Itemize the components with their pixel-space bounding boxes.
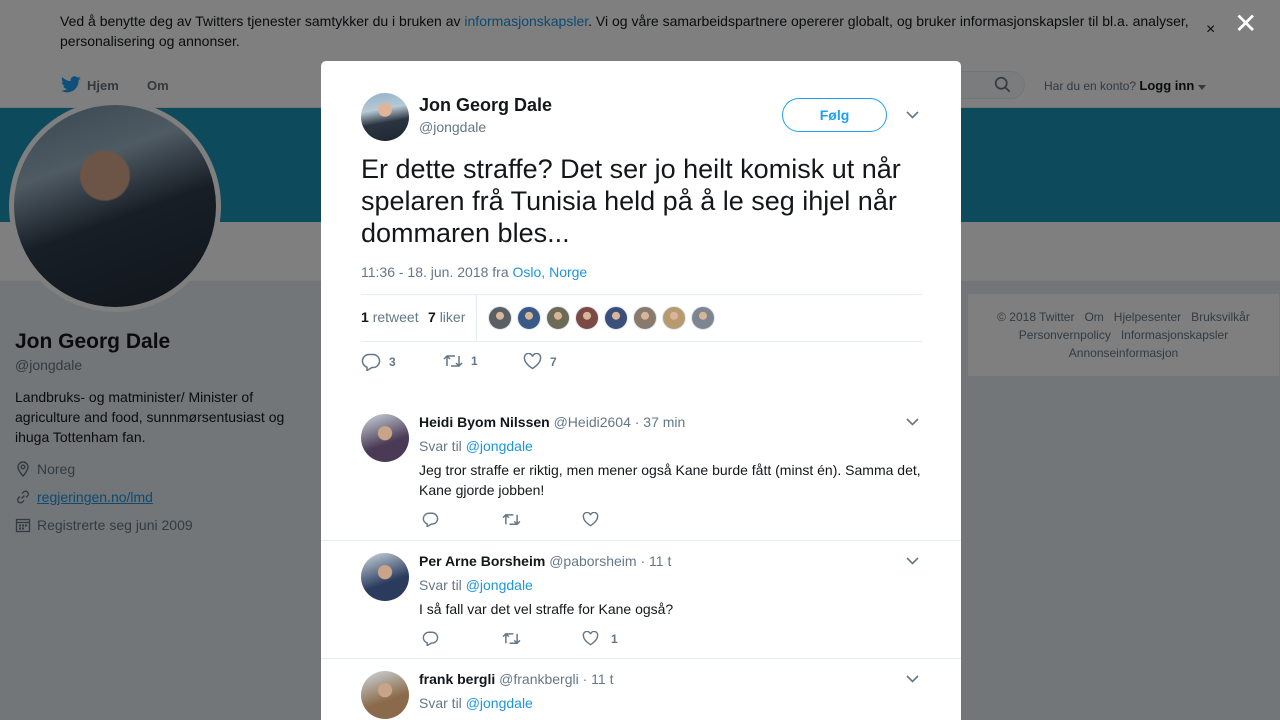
tweet-author-avatar[interactable] bbox=[361, 93, 409, 141]
like-action[interactable]: 1 bbox=[582, 631, 618, 646]
retweet-action[interactable]: 1 bbox=[443, 353, 478, 369]
retweet-icon bbox=[502, 632, 521, 645]
chevron-down-icon[interactable] bbox=[906, 675, 919, 683]
reply-author-name[interactable]: Heidi Byom Nilssen bbox=[419, 414, 550, 430]
retweet-action[interactable] bbox=[502, 512, 521, 527]
retweet-stat[interactable]: 1 retweet bbox=[361, 309, 419, 325]
liker-avatar[interactable] bbox=[517, 306, 541, 330]
tweet-author-handle[interactable]: @jongdale bbox=[419, 119, 486, 135]
reply-text: I så fall var det vel straffe for Kane o… bbox=[419, 601, 674, 617]
retweet-icon bbox=[443, 354, 463, 368]
retweet-stat-count: 1 bbox=[361, 309, 369, 325]
follow-button[interactable]: Følg bbox=[782, 98, 887, 132]
liker-avatar[interactable] bbox=[691, 306, 715, 330]
reply-author-name[interactable]: Per Arne Borsheim bbox=[419, 553, 545, 569]
tweet-author-name[interactable]: Jon Georg Dale bbox=[419, 95, 552, 116]
retweet-action[interactable] bbox=[502, 631, 521, 646]
reply-to: Svar til @jongdale bbox=[419, 438, 533, 454]
heart-icon bbox=[523, 353, 542, 370]
reply-author-name[interactable]: frank bergli bbox=[419, 671, 495, 687]
reply-action[interactable]: 3 bbox=[361, 353, 396, 371]
chevron-down-icon[interactable] bbox=[906, 111, 919, 119]
reply-author-handle[interactable]: @paborsheim bbox=[549, 553, 636, 569]
reply-icon bbox=[361, 353, 381, 371]
tweet-time: 11:36 - 18. jun. 2018 fra bbox=[361, 264, 513, 280]
tweet-text: Er dette straffe? Det ser jo heilt komis… bbox=[361, 154, 901, 248]
heart-icon bbox=[582, 631, 599, 646]
reply-header: frank bergli @frankbergli · 11 t bbox=[419, 671, 613, 687]
reply-text: Jeg tror straffe er riktig, men mener og… bbox=[419, 462, 921, 498]
retweet-icon bbox=[502, 513, 521, 526]
reply-to-prefix: Svar til bbox=[419, 695, 466, 711]
reply-like-count: 1 bbox=[611, 631, 618, 646]
heart-icon bbox=[582, 512, 599, 527]
reply-action[interactable] bbox=[422, 631, 439, 646]
like-stat-count: 7 bbox=[428, 309, 436, 325]
reply-header: Per Arne Borsheim @paborsheim · 11 t bbox=[419, 553, 671, 569]
reply-to: Svar til @jongdale bbox=[419, 695, 533, 711]
tweet-actions: 3 1 7 bbox=[361, 353, 661, 373]
tweet-timestamp: 11:36 - 18. jun. 2018 fra Oslo, Norge bbox=[361, 264, 587, 280]
like-stat-label: liker bbox=[439, 309, 466, 325]
liker-avatar[interactable] bbox=[488, 306, 512, 330]
reply-to-link[interactable]: @jongdale bbox=[466, 577, 533, 593]
liker-avatar[interactable] bbox=[633, 306, 657, 330]
like-count: 7 bbox=[550, 354, 557, 369]
like-stat[interactable]: 7 liker bbox=[428, 309, 465, 325]
reply-to-link[interactable]: @jongdale bbox=[466, 695, 533, 711]
like-action[interactable]: 7 bbox=[523, 353, 557, 370]
reply-tweet[interactable]: Heidi Byom Nilssen @Heidi2604 · 37 min S… bbox=[321, 395, 961, 540]
liker-avatar[interactable] bbox=[575, 306, 599, 330]
reply-header: Heidi Byom Nilssen @Heidi2604 · 37 min bbox=[419, 414, 685, 430]
liker-avatar[interactable] bbox=[546, 306, 570, 330]
liker-avatar[interactable] bbox=[662, 306, 686, 330]
reply-to-link[interactable]: @jongdale bbox=[466, 438, 533, 454]
chevron-down-icon[interactable] bbox=[906, 557, 919, 565]
tweet-modal: Jon Georg Dale @jongdale Følg Er dette s… bbox=[321, 61, 961, 720]
tweet-place-link[interactable]: Oslo, Norge bbox=[513, 264, 588, 280]
stats-divider bbox=[476, 295, 477, 341]
reply-icon bbox=[422, 512, 439, 527]
reply-time[interactable]: · 11 t bbox=[640, 553, 671, 569]
reply-to: Svar til @jongdale bbox=[419, 577, 533, 593]
liker-avatar[interactable] bbox=[604, 306, 628, 330]
reply-to-prefix: Svar til bbox=[419, 577, 466, 593]
tweet-stats: 1 retweet 7 liker bbox=[361, 294, 922, 342]
reply-tweet[interactable]: frank bergli @frankbergli · 11 t Svar ti… bbox=[321, 658, 961, 720]
reply-avatar[interactable] bbox=[361, 671, 409, 719]
reply-icon bbox=[422, 631, 439, 646]
reply-author-handle[interactable]: @frankbergli bbox=[499, 671, 579, 687]
reply-count: 3 bbox=[389, 355, 396, 369]
reply-actions bbox=[422, 512, 682, 530]
like-action[interactable] bbox=[582, 512, 607, 527]
reply-to-prefix: Svar til bbox=[419, 438, 466, 454]
reply-time[interactable]: · 37 min bbox=[635, 414, 686, 430]
chevron-down-icon[interactable] bbox=[906, 418, 919, 426]
reply-avatar[interactable] bbox=[361, 414, 409, 462]
liker-avatars bbox=[488, 306, 715, 330]
reply-action[interactable] bbox=[422, 512, 439, 527]
close-icon[interactable]: ✕ bbox=[1234, 10, 1257, 38]
reply-time[interactable]: · 11 t bbox=[583, 671, 614, 687]
reply-tweet[interactable]: Per Arne Borsheim @paborsheim · 11 t Sva… bbox=[321, 540, 961, 658]
retweet-count: 1 bbox=[471, 354, 478, 368]
reply-author-handle[interactable]: @Heidi2604 bbox=[554, 414, 631, 430]
retweet-stat-label: retweet bbox=[372, 309, 419, 325]
reply-avatar[interactable] bbox=[361, 553, 409, 601]
reply-actions: 1 bbox=[422, 631, 682, 649]
